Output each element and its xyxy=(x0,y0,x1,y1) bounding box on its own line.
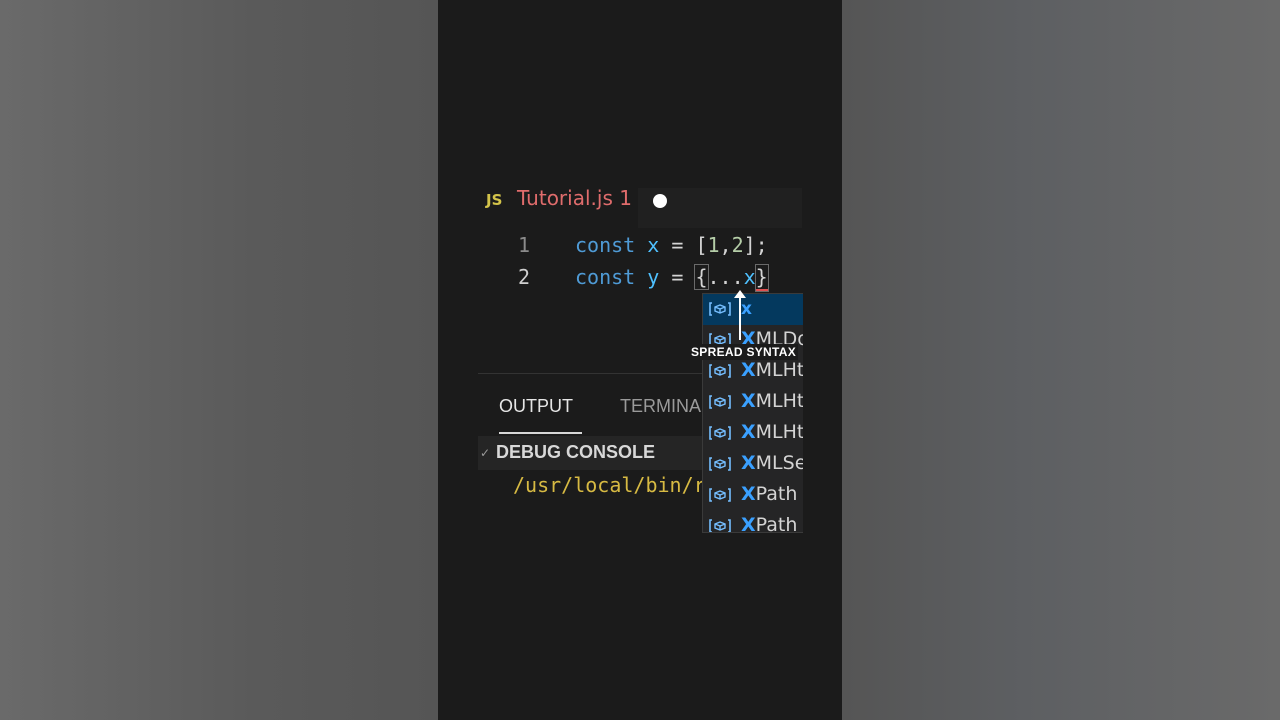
variable-icon xyxy=(708,456,732,472)
console-output-path: /usr/local/bin/r xyxy=(513,473,706,497)
variable-icon xyxy=(708,425,732,441)
suggestion-item[interactable]: XPath xyxy=(703,480,803,511)
tab-terminal[interactable]: TERMINA xyxy=(620,396,701,417)
annotation-label: SPREAD SYNTAX xyxy=(689,344,799,360)
tab-output[interactable]: OUTPUT xyxy=(499,396,573,417)
variable-icon xyxy=(708,363,732,379)
suggestion-item[interactable]: XMLHt xyxy=(703,387,803,418)
code-line-2[interactable]: 2 xyxy=(518,265,530,289)
variable-icon xyxy=(708,301,732,317)
line-number: 2 xyxy=(518,265,531,289)
debug-console-label[interactable]: DEBUG CONSOLE xyxy=(496,442,655,463)
variable-icon xyxy=(708,394,732,410)
annotation-pointer xyxy=(739,296,741,340)
panel-divider xyxy=(478,373,708,374)
active-tab-indicator xyxy=(499,432,582,434)
chevron-icon[interactable]: ✓ xyxy=(480,446,490,460)
video-frame: JS Tutorial.js 1 1 const x = [1,2]; 2 co… xyxy=(438,0,842,720)
code-line-1[interactable]: 1 xyxy=(518,233,530,257)
suggestion-widget[interactable]: x XMLDo XMLHt XMLHt XMLHt XMLSe XPath X xyxy=(702,293,803,533)
suggestion-item[interactable]: XMLHt xyxy=(703,418,803,449)
line-number: 1 xyxy=(518,233,531,257)
variable-icon xyxy=(708,487,732,503)
suggestion-item[interactable]: XMLSe xyxy=(703,449,803,480)
suggestion-item[interactable]: x xyxy=(703,294,803,325)
unsaved-dot-icon[interactable] xyxy=(653,194,667,208)
problem-count: 1 xyxy=(619,186,632,210)
suggestion-item[interactable]: XMLHt xyxy=(703,356,803,387)
variable-icon xyxy=(708,518,732,532)
code-line-2-text[interactable]: const y = {...x} xyxy=(575,264,769,292)
tab-label[interactable]: Tutorial.js 1 xyxy=(517,186,632,210)
js-file-icon: JS xyxy=(486,191,503,209)
suggestion-item[interactable]: XPath xyxy=(703,511,803,532)
code-line-1-text[interactable]: const x = [1,2]; xyxy=(575,233,768,257)
